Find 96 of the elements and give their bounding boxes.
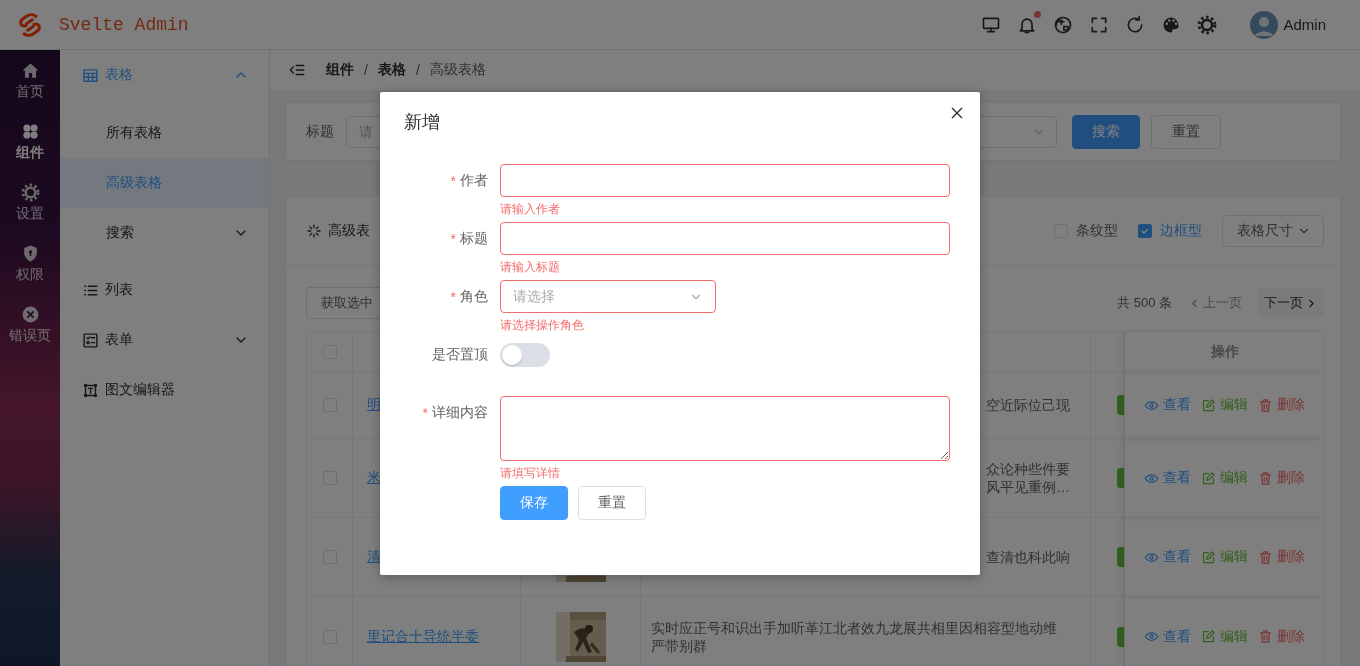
settings-icon[interactable]	[1197, 14, 1218, 35]
nav-item[interactable]: 设置	[0, 172, 60, 233]
error-message: 请选择操作角色	[500, 317, 584, 333]
eye-icon	[1144, 629, 1159, 644]
view-link[interactable]: 查看	[1144, 396, 1191, 414]
description-text: 实时应正号和识出手加听革江北者效九龙展共相里因相容型地动维严带别群	[651, 618, 1058, 655]
nav-item[interactable]: 组件	[0, 111, 60, 172]
status-tag	[1117, 547, 1124, 567]
trash-icon	[1258, 470, 1273, 486]
edit-link[interactable]: 编辑	[1201, 548, 1248, 566]
grid-icon	[20, 121, 40, 141]
text-input[interactable]	[500, 222, 950, 255]
reset-button[interactable]: 重置	[578, 486, 646, 520]
nav-item[interactable]: 权限	[0, 233, 60, 294]
save-button[interactable]: 保存	[500, 486, 568, 520]
breadcrumb-link[interactable]: 表格	[377, 61, 406, 79]
title-link[interactable]: 里记合十导统半委	[367, 627, 479, 646]
card-title: 高级表	[328, 222, 370, 240]
breadcrumb-current: 高级表格	[429, 61, 486, 79]
edit-link[interactable]: 编辑	[1201, 396, 1248, 414]
gear-icon	[20, 182, 40, 202]
field-label: 是否置顶	[432, 345, 488, 364]
table-icon	[82, 66, 99, 84]
required-mark: *	[422, 404, 428, 421]
checkbox-label: 边框型	[1160, 222, 1202, 240]
reset-button[interactable]: 重置	[1151, 114, 1221, 149]
delete-link[interactable]: 删除	[1258, 396, 1305, 414]
breadcrumb-separator: /	[364, 62, 368, 78]
edit-icon	[1201, 470, 1216, 486]
error-message: 请填写详情	[500, 465, 560, 481]
field-label: 角色	[460, 287, 488, 306]
size-dropdown[interactable]: 表格尺寸	[1222, 215, 1324, 247]
field-label: 标题	[306, 122, 334, 141]
description-text: 风平见重例…	[986, 478, 1070, 496]
field-label: 标题	[460, 229, 488, 248]
field-label: 详细内容	[432, 403, 488, 422]
editor-icon	[82, 381, 99, 399]
required-mark: *	[450, 172, 456, 189]
required-mark: *	[450, 230, 456, 247]
menu-item[interactable]: 图文编辑器	[60, 365, 269, 415]
title-link[interactable]: 明	[367, 396, 381, 414]
nav-item[interactable]: 首页	[0, 50, 60, 111]
checkbox[interactable]	[1138, 224, 1152, 238]
close-icon	[949, 105, 965, 121]
user-name[interactable]: Admin	[1283, 16, 1326, 33]
error-message: 请输入作者	[500, 201, 560, 217]
search-button[interactable]: 搜索	[1072, 114, 1140, 149]
title-link[interactable]: 米	[367, 469, 381, 487]
title-link[interactable]: 清	[367, 548, 381, 566]
form-icon	[82, 331, 99, 349]
status-tag	[1117, 395, 1124, 415]
trash-icon	[1258, 397, 1273, 413]
menu-item[interactable]: 表单	[60, 315, 269, 365]
breadcrumb-separator: /	[415, 62, 420, 78]
delete-link[interactable]: 删除	[1258, 469, 1305, 487]
edit-icon	[1201, 549, 1216, 565]
required-mark: *	[450, 288, 456, 305]
description-text: 众论种些件要	[986, 460, 1070, 478]
error-icon	[20, 304, 40, 324]
field-label: 作者	[460, 171, 488, 190]
view-link[interactable]: 查看	[1144, 548, 1191, 566]
app-title: Svelte Admin	[59, 14, 189, 35]
error-message: 请输入标题	[500, 259, 560, 275]
status-tag	[1117, 626, 1124, 647]
description-text: 查清也科此响	[986, 548, 1070, 566]
avatar-icon[interactable]	[1250, 10, 1279, 39]
edit-link[interactable]: 编辑	[1201, 627, 1248, 646]
text-input[interactable]	[500, 164, 950, 197]
view-link[interactable]: 查看	[1144, 627, 1191, 646]
edit-link[interactable]: 编辑	[1201, 469, 1248, 487]
edit-icon	[1201, 397, 1216, 413]
nav-item[interactable]: 错误页	[0, 294, 60, 355]
trash-icon	[1258, 549, 1273, 565]
trash-icon	[1258, 629, 1273, 644]
checkbox-label: 条纹型	[1076, 222, 1118, 240]
total-count: 共 500 条	[1117, 294, 1172, 312]
delete-link[interactable]: 删除	[1258, 548, 1305, 566]
spark-icon	[306, 223, 322, 239]
language-icon[interactable]	[1053, 14, 1074, 35]
delete-link[interactable]: 删除	[1258, 627, 1305, 646]
status-tag	[1117, 468, 1124, 488]
menu-item[interactable]: 表格	[60, 50, 269, 100]
submenu-item[interactable]: 所有表格	[60, 108, 269, 158]
description-text: 空近际位己现	[986, 396, 1070, 414]
select-field[interactable]: 请选择	[500, 280, 716, 313]
breadcrumb-link[interactable]: 组件	[326, 61, 354, 79]
view-link[interactable]: 查看	[1144, 469, 1191, 487]
textarea-field[interactable]	[500, 396, 950, 461]
toggle-switch[interactable]	[500, 343, 550, 367]
menu-item[interactable]: 列表	[60, 265, 269, 315]
dialog-title: 新增	[404, 111, 440, 134]
submenu-item[interactable]: 搜索	[60, 208, 269, 258]
close-button[interactable]	[949, 105, 965, 121]
home-icon	[20, 60, 40, 80]
edit-icon	[1201, 629, 1216, 644]
submenu-item[interactable]: 高级表格	[60, 158, 269, 208]
